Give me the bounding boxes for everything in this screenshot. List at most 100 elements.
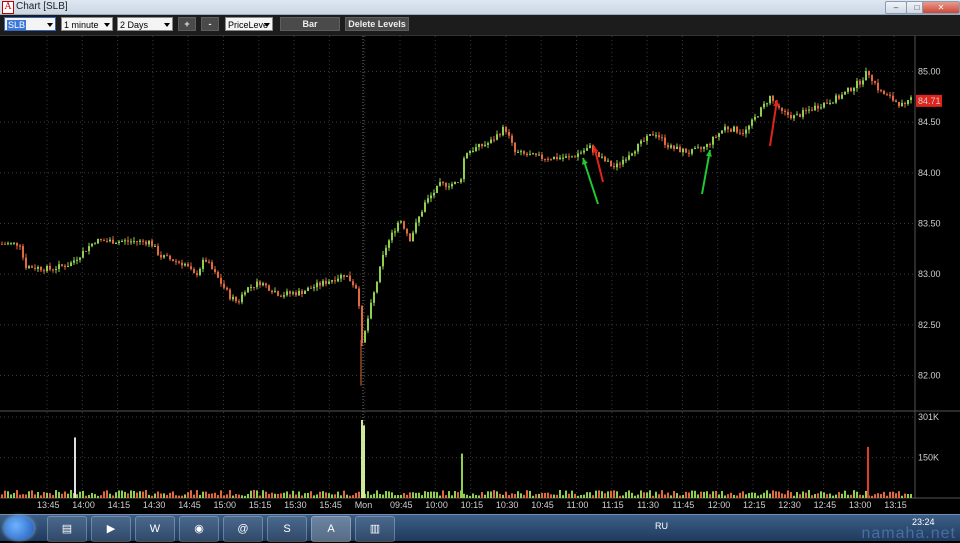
minimize-button[interactable]: – — [885, 1, 907, 14]
candle-body — [505, 127, 507, 132]
candle-body — [844, 91, 846, 95]
window-titlebar[interactable]: A Chart [SLB] – □ ✕ — [0, 0, 960, 15]
taskbar-app-explorer[interactable]: ▤ — [47, 516, 87, 542]
candle-body — [616, 163, 618, 168]
candle-body — [388, 240, 390, 248]
candle-body — [832, 102, 834, 104]
candle-body — [328, 281, 330, 284]
volume-bar — [400, 494, 402, 498]
candle-body — [772, 95, 774, 101]
delete-levels-button[interactable]: Delete Levels — [345, 17, 409, 31]
candle-body — [70, 262, 72, 266]
taskbar-app-mail[interactable]: @ — [223, 516, 263, 542]
candle-body — [820, 107, 822, 109]
volume-bar — [622, 495, 624, 498]
interval-dropdown[interactable]: 1 minute — [61, 17, 113, 31]
taskbar-app-chrome[interactable]: ◉ — [179, 516, 219, 542]
candle-body — [421, 211, 423, 217]
price-chart[interactable]: 85.00 84.50 84.00 83.50 83.00 82.50 82.00 13:45… — [0, 36, 960, 514]
time-tick-label: 12:15 — [743, 500, 766, 510]
volume-bar — [55, 490, 57, 498]
candle-body — [133, 241, 135, 243]
volume-bar — [589, 492, 591, 498]
time-tick-label: 13:00 — [849, 500, 872, 510]
candle-body — [97, 239, 99, 244]
volume-bar — [535, 494, 537, 498]
volume-bar — [820, 491, 822, 498]
candle-body — [352, 281, 354, 286]
range-dropdown[interactable]: 2 Days — [117, 17, 173, 31]
taskbar-app-document[interactable]: ▥ — [355, 516, 395, 542]
start-button[interactable] — [4, 516, 34, 540]
volume-bar — [769, 493, 771, 498]
volume-bar — [67, 493, 69, 498]
study-dropdown[interactable]: PriceLeve — [225, 17, 273, 31]
annotation-arrow — [769, 99, 778, 147]
volume-bar — [748, 493, 750, 498]
volume-bar — [472, 493, 474, 498]
volume-bar — [124, 491, 126, 498]
candle-body — [370, 302, 372, 319]
volume-bar — [814, 494, 816, 498]
volume-bar — [517, 491, 519, 498]
volume-bar — [451, 495, 453, 498]
volume-bar — [592, 495, 594, 498]
volume-bar — [793, 495, 795, 498]
volume-bar — [343, 490, 345, 498]
taskbar-app-word[interactable]: W — [135, 516, 175, 542]
time-tick-label: 10:00 — [425, 500, 448, 510]
volume-bar — [367, 491, 369, 498]
volume-bar — [772, 490, 774, 498]
volume-bar — [646, 492, 648, 498]
volume-bar — [682, 494, 684, 498]
volume-bar — [1, 494, 3, 498]
candle-body — [361, 306, 363, 343]
candle-body — [238, 301, 240, 303]
candle-body — [610, 160, 612, 166]
volume-bar — [262, 490, 264, 498]
volume-bar — [265, 491, 267, 498]
volume-bar — [445, 495, 447, 498]
symbol-value: SLB — [7, 20, 27, 30]
close-button[interactable]: ✕ — [922, 1, 960, 14]
taskbar-app-skype[interactable]: S — [267, 516, 307, 542]
candle-body — [424, 202, 426, 212]
volume-bar — [844, 490, 846, 498]
volume-bar — [580, 494, 582, 498]
chart-area[interactable]: 85.00 84.50 84.00 83.50 83.00 82.50 82.00 13:45… — [0, 36, 960, 514]
volume-bar — [133, 490, 135, 498]
candle-body — [148, 240, 150, 245]
candle-body — [157, 246, 159, 256]
candle-body — [16, 242, 18, 246]
bar-button[interactable]: Bar — [280, 17, 340, 31]
volume-bar — [586, 492, 588, 498]
volume-bar — [208, 493, 210, 498]
language-indicator[interactable]: RU — [655, 521, 668, 531]
candle-body — [754, 116, 756, 120]
taskbar-app-trading-app[interactable]: A — [311, 516, 351, 542]
candle-body — [478, 144, 480, 148]
candle-body — [868, 71, 870, 76]
candle-body — [457, 182, 459, 184]
volume-bar — [232, 495, 234, 498]
volume-bar — [415, 492, 417, 498]
chart-toolbar: SLB 1 minute 2 Days + - PriceLeve Bar De… — [0, 15, 960, 36]
volume-bar — [298, 491, 300, 498]
candle-body — [568, 156, 570, 158]
symbol-dropdown[interactable]: SLB — [4, 17, 56, 31]
volume-bar — [247, 494, 249, 498]
volume-bar — [787, 490, 789, 498]
volume-bar — [448, 491, 450, 498]
candle-body — [229, 289, 231, 300]
volume-bar — [514, 494, 516, 498]
candle-body — [694, 147, 696, 150]
price-tick-label: 84.50 — [918, 117, 941, 127]
zoom-out-button[interactable]: - — [201, 17, 219, 31]
zoom-in-button[interactable]: + — [178, 17, 196, 31]
taskbar-app-media[interactable]: ▶ — [91, 516, 131, 542]
candle-body — [427, 198, 429, 203]
candle-body — [793, 115, 795, 119]
volume-bar — [658, 494, 660, 498]
volume-bar — [175, 495, 177, 498]
candle-body — [538, 154, 540, 156]
